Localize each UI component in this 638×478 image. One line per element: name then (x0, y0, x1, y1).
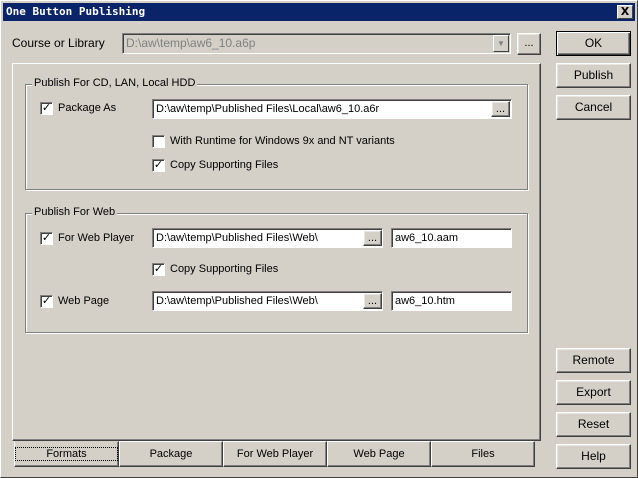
package-as-browse-button[interactable]: ... (491, 101, 510, 117)
export-button[interactable]: Export (556, 380, 631, 405)
web-page-browse-button[interactable]: ... (363, 293, 382, 309)
course-label: Course or Library (12, 36, 105, 50)
window-title: One Button Publishing (6, 5, 146, 18)
web-player-checkbox[interactable]: ✓ (40, 232, 53, 245)
web-page-checkbox[interactable]: ✓ (40, 295, 53, 308)
close-icon[interactable]: X (617, 5, 633, 19)
tab-formats-label: Formats (15, 447, 118, 461)
web-page-label: Web Page (58, 295, 110, 307)
ok-button[interactable]: OK (556, 31, 631, 56)
publish-button[interactable]: Publish (556, 63, 631, 88)
copy-support-web-label: Copy Supporting Files (170, 263, 279, 275)
publishing-dialog: One Button Publishing X Course or Librar… (0, 0, 638, 478)
web-page-filename-input[interactable]: aw6_10.htm (391, 291, 512, 311)
copy-support-cd-label: Copy Supporting Files (170, 159, 279, 171)
copy-support-web-checkbox[interactable]: ✓ (152, 263, 165, 276)
tab-web-player[interactable]: For Web Player (223, 441, 327, 467)
formats-panel: Publish For CD, LAN, Local HDD ✓ Package… (12, 63, 541, 441)
tab-package[interactable]: Package (119, 441, 223, 467)
runtime-checkbox[interactable] (152, 135, 165, 148)
chevron-down-icon[interactable]: ▼ (493, 35, 509, 52)
help-button[interactable]: Help (556, 444, 631, 469)
package-as-label: Package As (58, 102, 117, 114)
tab-files[interactable]: Files (431, 441, 535, 467)
course-combo[interactable]: D:\aw\temp\aw6_10.a6p ▼ (122, 33, 511, 54)
tab-web-page[interactable]: Web Page (327, 441, 431, 467)
cd-group-title: Publish For CD, LAN, Local HDD (32, 77, 198, 89)
package-as-checkbox[interactable]: ✓ (40, 102, 53, 115)
cancel-button[interactable]: Cancel (556, 95, 631, 120)
remote-button[interactable]: Remote (556, 348, 631, 373)
course-value: D:\aw\temp\aw6_10.a6p (126, 36, 256, 50)
web-page-path-input[interactable]: D:\aw\temp\Published Files\Web\ (152, 291, 383, 311)
package-as-path-input[interactable]: D:\aw\temp\Published Files\Local\aw6_10.… (152, 99, 512, 119)
course-browse-button[interactable]: ... (517, 33, 541, 55)
runtime-label: With Runtime for Windows 9x and NT varia… (170, 135, 395, 147)
tab-formats[interactable]: Formats (14, 441, 119, 467)
web-group-title: Publish For Web (32, 206, 118, 218)
copy-support-cd-checkbox[interactable]: ✓ (152, 159, 165, 172)
web-player-filename-input[interactable]: aw6_10.aam (391, 228, 512, 248)
web-player-label: For Web Player (58, 232, 135, 244)
web-player-path-input[interactable]: D:\aw\temp\Published Files\Web\ (152, 228, 383, 248)
title-bar: One Button Publishing X (3, 3, 635, 21)
web-player-browse-button[interactable]: ... (363, 230, 382, 246)
reset-button[interactable]: Reset (556, 412, 631, 437)
